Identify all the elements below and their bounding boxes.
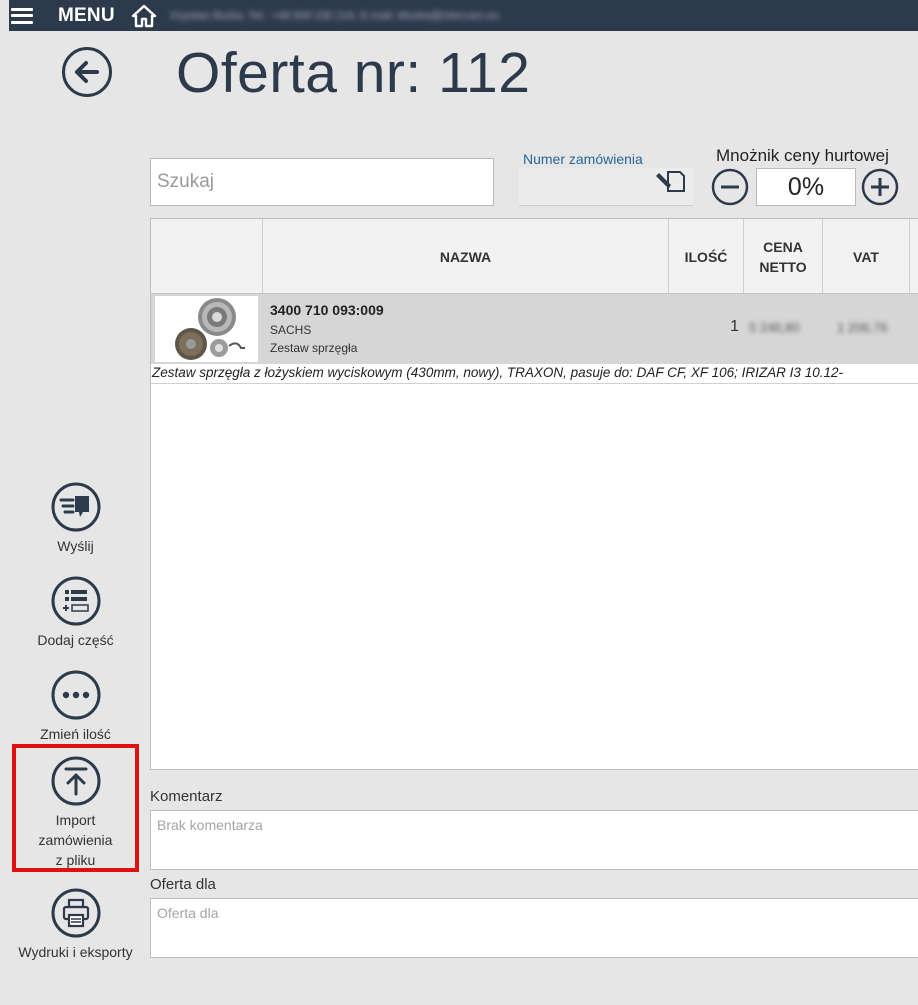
- user-info: Krystian Burka, Tel.: +48 609 230 216, E…: [170, 9, 500, 22]
- part-number: 3400 710 093:009: [270, 302, 384, 318]
- change-quantity-button[interactable]: Zmień ilość: [12, 670, 139, 744]
- comment-field[interactable]: Brak komentarza: [150, 810, 918, 870]
- part-quantity: 1: [730, 318, 739, 335]
- import-order-button[interactable]: Import zamówienia z pliku: [12, 744, 139, 872]
- more-dots-icon: [51, 670, 100, 720]
- change-quantity-label: Zmień ilość: [40, 726, 111, 742]
- back-arrow-icon[interactable]: [61, 46, 113, 98]
- top-bar: MENU Krystian Burka, Tel.: +48 609 230 2…: [9, 0, 918, 31]
- order-number-label: Numer zamówienia: [523, 151, 643, 167]
- multiplier-value[interactable]: 0%: [756, 168, 856, 206]
- upload-icon: [51, 756, 100, 806]
- plus-icon[interactable]: [861, 168, 899, 206]
- printer-icon: [51, 888, 100, 938]
- column-image: [151, 219, 263, 294]
- part-brand: SACHS: [270, 323, 312, 337]
- column-qty[interactable]: ILOŚĆ: [669, 219, 744, 294]
- part-price-net: 5 246,80: [749, 320, 800, 335]
- comment-label: Komentarz: [150, 788, 223, 805]
- part-description: Zestaw sprzęgła z łożyskiem wyciskowym (…: [151, 364, 918, 384]
- send-icon: [51, 482, 100, 532]
- column-price[interactable]: CENA NETTO: [744, 219, 823, 294]
- page-title: Oferta nr: 112: [176, 41, 531, 105]
- add-part-icon: [51, 576, 100, 626]
- send-button[interactable]: Wyślij: [12, 482, 139, 556]
- import-label-line1: Import: [55, 812, 96, 828]
- edit-icon[interactable]: [656, 168, 686, 194]
- add-part-label: Dodaj część: [37, 632, 114, 648]
- table-row[interactable]: 3400 710 093:009 SACHS Zestaw sprzęgła 1…: [151, 294, 918, 364]
- hamburger-icon[interactable]: [11, 7, 33, 24]
- add-part-button[interactable]: Dodaj część: [12, 576, 139, 650]
- send-label: Wyślij: [57, 538, 94, 554]
- multiplier-label: Mnożnik ceny hurtowej: [716, 146, 889, 165]
- parts-table: NAZWA ILOŚĆ CENA NETTO VAT 3400 710 093:…: [150, 218, 918, 770]
- print-export-label: Wydruki i eksporty: [18, 944, 133, 960]
- part-vat: 1 206,76: [837, 320, 888, 335]
- home-icon[interactable]: [131, 4, 157, 28]
- offer-for-field[interactable]: Oferta dla: [150, 898, 918, 958]
- offer-for-label: Oferta dla: [150, 876, 216, 893]
- menu-button[interactable]: MENU: [58, 5, 115, 27]
- clutch-kit-image: [155, 296, 258, 362]
- import-label-line3: z pliku: [55, 852, 96, 868]
- minus-icon[interactable]: [711, 168, 749, 206]
- import-label-line2: zamówienia: [38, 832, 113, 848]
- column-vat[interactable]: VAT: [823, 219, 910, 294]
- search-input[interactable]: [150, 158, 494, 206]
- part-name: Zestaw sprzęgła: [270, 341, 358, 355]
- table-header: NAZWA ILOŚĆ CENA NETTO VAT: [151, 219, 918, 294]
- column-name[interactable]: NAZWA: [263, 219, 669, 294]
- print-export-button[interactable]: Wydruki i eksporty: [4, 888, 147, 962]
